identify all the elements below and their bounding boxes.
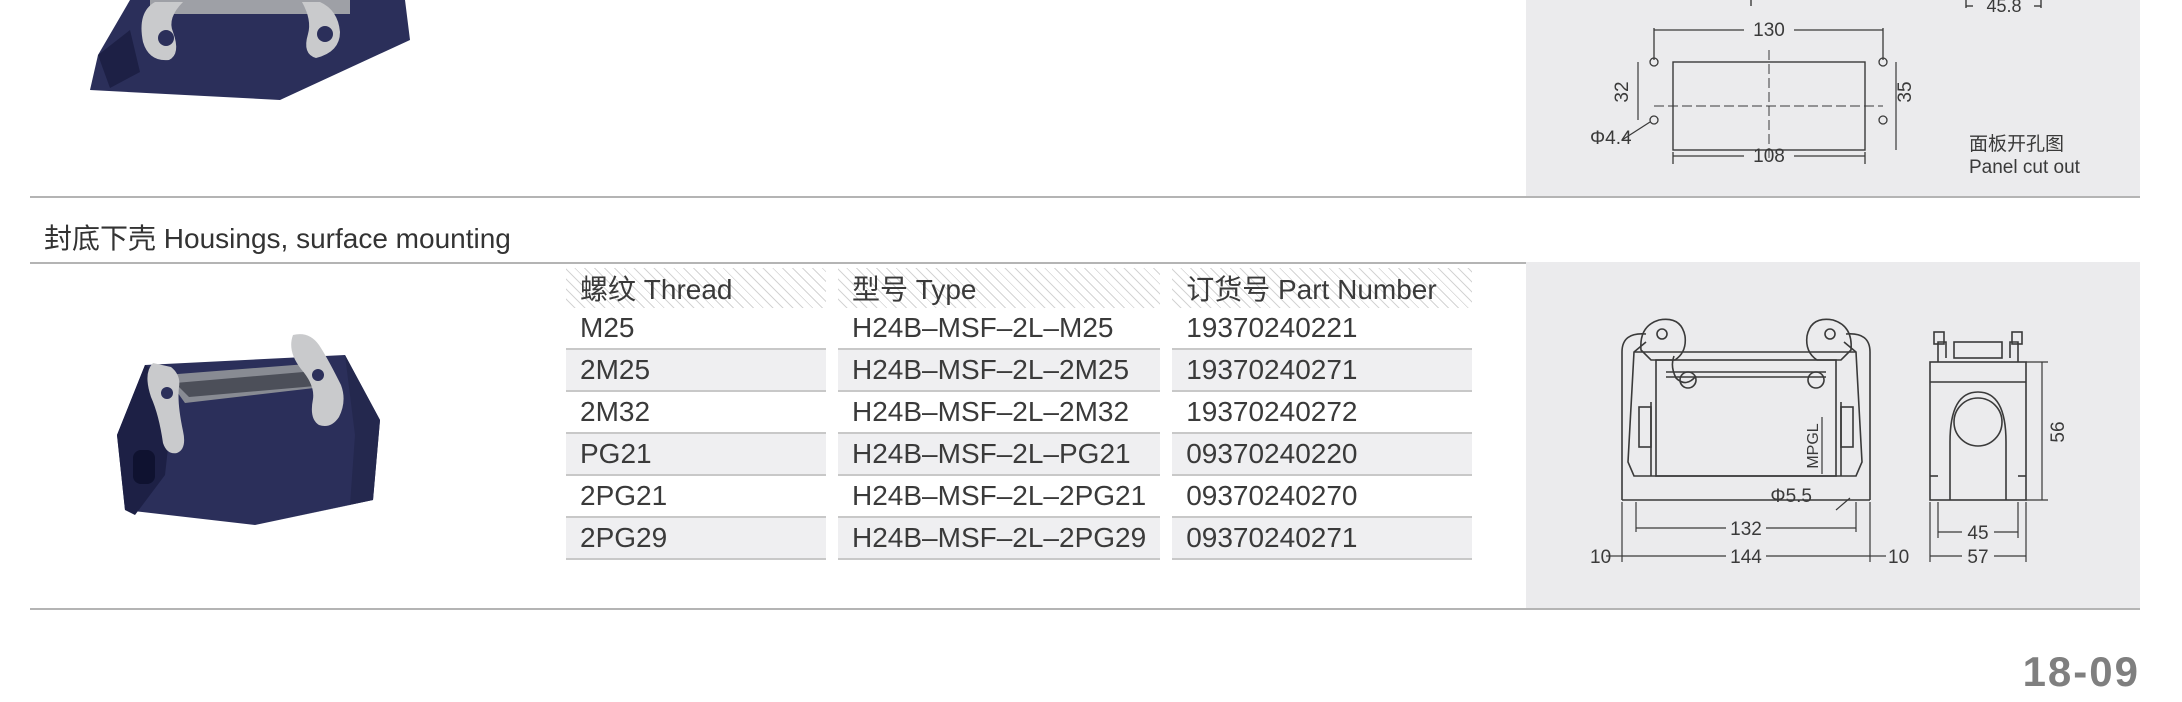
dim-57: 57 [1967, 547, 1988, 568]
cell-type: H24B–MSF–2L–PG21 [838, 434, 1161, 476]
cell-thread: PG21 [566, 434, 826, 476]
cell-type: H24B–MSF–2L–2PG21 [838, 476, 1161, 518]
cell-type: H24B–MSF–2L–2M25 [838, 350, 1161, 392]
cell-thread: M25 [566, 308, 826, 350]
page-number: 18-09 [2022, 648, 2140, 695]
table-row: 2PG29 H24B–MSF–2L–2PG29 09370240271 [566, 518, 1473, 560]
panel-cut-caption-en: Panel cut out [1969, 157, 2081, 178]
dim-35: 35 [1895, 81, 1916, 102]
table-header-row: 螺纹 Thread 型号 Type 订货号 Part Number [566, 268, 1473, 308]
dim-45-8: 45.8 [1986, 0, 2021, 16]
section-divider-bottom [30, 608, 2140, 610]
cell-part-number: 09370240220 [1172, 434, 1473, 476]
cell-thread: 2M32 [566, 392, 826, 434]
top-drawing-panel: 45.8 130 32 35 108 Φ4.4 面板开孔图 Panel cut … [1526, 0, 2140, 196]
cell-type: H24B–MSF–2L–2PG29 [838, 518, 1161, 560]
table-row: 2M32 H24B–MSF–2L–2M32 19370240272 [566, 392, 1473, 434]
dim-10-right: 10 [1888, 547, 1909, 568]
header-part-number: 订货号 Part Number [1172, 268, 1473, 308]
cell-part-number: 09370240271 [1172, 518, 1473, 560]
cell-part-number: 19370240272 [1172, 392, 1473, 434]
dim-10-left: 10 [1590, 547, 1611, 568]
product-image-housing [105, 325, 395, 535]
dim-108: 108 [1753, 146, 1785, 167]
dim-132: 132 [1730, 519, 1762, 540]
header-thread: 螺纹 Thread [566, 268, 826, 308]
dim-hole-5-5: Φ5.5 [1770, 486, 1812, 507]
cell-type: H24B–MSF–2L–2M32 [838, 392, 1161, 434]
cell-part-number: 19370240221 [1172, 308, 1473, 350]
dim-144: 144 [1730, 547, 1762, 568]
dim-mpgl: MPGL [1805, 423, 1822, 468]
cell-part-number: 09370240270 [1172, 476, 1473, 518]
dim-56: 56 [2048, 421, 2069, 442]
dim-hole-4-4: Φ4.4 [1590, 128, 1632, 149]
dim-45: 45 [1967, 523, 1988, 544]
cell-part-number: 19370240271 [1172, 350, 1473, 392]
dim-32: 32 [1612, 81, 1633, 102]
cell-thread: 2M25 [566, 350, 826, 392]
cell-thread: 2PG21 [566, 476, 826, 518]
panel-cut-caption-cn: 面板开孔图 [1969, 133, 2064, 155]
table-row: PG21 H24B–MSF–2L–PG21 09370240220 [566, 434, 1473, 476]
header-type: 型号 Type [838, 268, 1161, 308]
cell-type: H24B–MSF–2L–M25 [838, 308, 1161, 350]
section-title: 封底下壳 Housings, surface mounting [44, 223, 511, 254]
dim-130: 130 [1753, 20, 1785, 41]
table-row: 2M25 H24B–MSF–2L–2M25 19370240271 [566, 350, 1473, 392]
table-row: 2PG21 H24B–MSF–2L–2PG21 09370240270 [566, 476, 1473, 518]
cell-thread: 2PG29 [566, 518, 826, 560]
top-product-image [80, 0, 420, 110]
table-row: M25 H24B–MSF–2L–M25 19370240221 [566, 308, 1473, 350]
dimension-drawing-panel: 132 144 10 10 Φ5.5 MPGL 56 45 57 [1526, 262, 2140, 608]
part-number-table: 螺纹 Thread 型号 Type 订货号 Part Number M25 H2… [566, 268, 1473, 560]
section-divider-top [30, 196, 2140, 198]
